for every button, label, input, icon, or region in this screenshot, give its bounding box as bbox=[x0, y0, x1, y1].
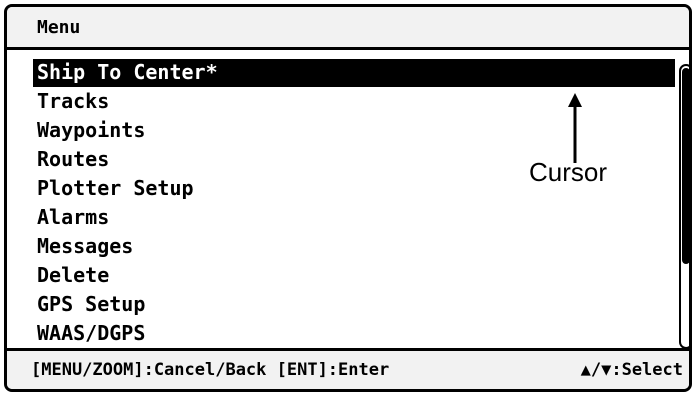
title-bar: Menu bbox=[7, 7, 689, 50]
menu-list: Ship To Center* Tracks Waypoints Routes … bbox=[33, 59, 683, 348]
arrow-up-icon bbox=[568, 93, 582, 163]
menu-item-messages[interactable]: Messages bbox=[33, 232, 675, 261]
menu-title: Menu bbox=[37, 17, 81, 38]
cursor-annotation: Cursor bbox=[529, 157, 608, 187]
key-hint: [MENU/ZOOM]:Cancel/Back [ENT]:Enter bbox=[31, 360, 390, 380]
menu-item-ship-to-center[interactable]: Ship To Center* bbox=[33, 59, 675, 87]
menu-item-gps-setup[interactable]: GPS Setup bbox=[33, 290, 675, 319]
menu-item-waas-dgps[interactable]: WAAS/DGPS bbox=[33, 319, 675, 348]
scrollbar[interactable] bbox=[679, 64, 689, 349]
menu-item-delete[interactable]: Delete bbox=[33, 261, 675, 290]
menu-screen: Menu Ship To Center* Tracks Waypoints Ro… bbox=[4, 4, 692, 392]
select-hint: ▲/▼:Select bbox=[580, 360, 683, 380]
menu-item-alarms[interactable]: Alarms bbox=[33, 203, 675, 232]
footer-bar: [MENU/ZOOM]:Cancel/Back [ENT]:Enter ▲/▼:… bbox=[7, 348, 689, 389]
scrollbar-thumb[interactable] bbox=[682, 68, 689, 264]
